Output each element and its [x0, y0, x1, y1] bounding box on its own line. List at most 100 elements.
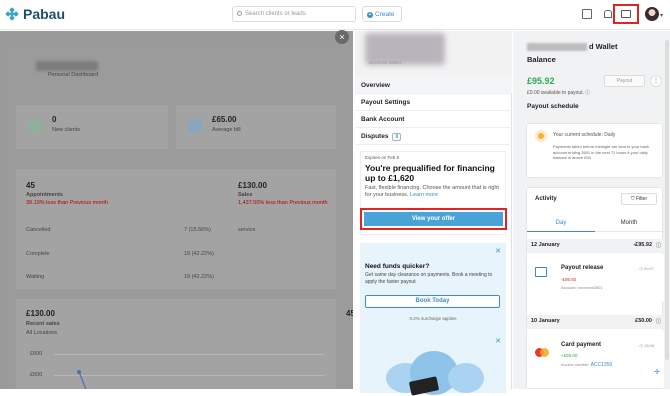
nav-overview[interactable]: Overview [355, 77, 512, 94]
available-text: £0.00 available to payout. [527, 90, 584, 96]
average-bill-label: Average bill [212, 127, 241, 133]
filter-button[interactable]: ⛉ Filter [621, 193, 657, 205]
wallet-title: d Wallet [527, 42, 618, 52]
mastercard-icon [535, 348, 549, 358]
pabau-logo-icon [5, 7, 19, 21]
clock-icon: ◷ [639, 266, 643, 271]
offer-description: Fast, flexible financing. Choose the amo… [365, 185, 505, 199]
new-clients-label: New clients [52, 127, 81, 133]
top-bar: Pabau Search clients or leads + Create ▾ [0, 0, 670, 30]
wallet-icon [621, 10, 631, 18]
transaction-row[interactable]: Payout release -£95.92 Account: xxxxxxxx… [527, 254, 664, 302]
date-group-header: 12 January -£95.92 ⓘ [527, 239, 664, 253]
receipt-icon [188, 119, 202, 133]
blurred-user-name [36, 61, 98, 71]
info-icon: ⓘ [655, 319, 661, 325]
info-icon: ⓘ [585, 90, 591, 96]
appointments-change: 39.19% less than Previous month [26, 200, 108, 206]
tab-day[interactable]: Day [527, 220, 595, 232]
wallet-side-header: Business Wallet [355, 31, 512, 79]
create-label: Create [375, 11, 395, 18]
nav-label: Bank Account [361, 116, 405, 123]
group-date: 10 January [531, 318, 560, 324]
transaction-row[interactable]: Card payment +£50.00 Invoice number: ACC… [527, 330, 664, 388]
row-label: Waiting [26, 274, 45, 280]
bank-card-icon [535, 267, 547, 277]
dashboard-subtitle: Personal Dashboard [48, 72, 99, 78]
sales-change: 1,437.50% less than Previous month [238, 200, 328, 206]
group-total: -£95.92 [633, 242, 652, 248]
sales-value: £130.00 [238, 181, 267, 190]
sales-label: Sales [238, 192, 253, 198]
group-date: 12 January [531, 242, 560, 248]
tx-sub: Account: xxxxxxxx3501 [561, 285, 603, 290]
close-icon[interactable]: × [335, 30, 349, 44]
appointments-value: 45 [26, 181, 35, 190]
close-icon[interactable]: ✕ [495, 247, 501, 255]
appointments-sales-card: 45 Appointments 39.19% less than Previou… [16, 169, 336, 289]
app-logo[interactable]: Pabau [5, 6, 66, 22]
avatar[interactable] [645, 7, 659, 21]
recent-sales-card: £130.00 Recent sales All Locations £600 … [16, 299, 353, 389]
tx-time-value: 15:08 [643, 343, 654, 348]
y-tick-label: £600 [30, 351, 43, 357]
nav-payout-settings[interactable]: Payout Settings [355, 94, 512, 111]
surcharge-note: 0.2% surcharge applies [409, 316, 457, 321]
row-value: 19 (42.22%) [184, 251, 214, 257]
plus-icon: + [367, 12, 373, 18]
appointments-label: Appointments [26, 192, 63, 198]
scrollbar[interactable] [665, 40, 669, 360]
payout-button[interactable]: Payout [604, 75, 645, 87]
recent-sales-value: £130.00 [26, 309, 55, 318]
gridline [54, 354, 324, 355]
disputes-count: 0 [392, 133, 402, 141]
wallet-title-suffix: d Wallet [589, 42, 618, 51]
view-offer-button[interactable]: View your offer [364, 212, 503, 226]
chevron-down-icon[interactable]: ▾ [660, 12, 663, 19]
book-today-button[interactable]: Book Today [365, 295, 500, 308]
close-icon[interactable]: ✕ [495, 337, 501, 345]
row-value: 19 (42.22%) [184, 274, 214, 280]
calendar-icon[interactable] [582, 9, 592, 19]
more-options-icon[interactable]: ⋮ [650, 75, 662, 87]
tx-name: Card payment [561, 342, 602, 348]
tx-sub-label: Invoice number: [561, 362, 590, 367]
row-label: Complete [26, 251, 50, 257]
y-tick-label: £500 [30, 372, 43, 378]
activity-tabs: Day Month [527, 216, 664, 232]
nav-disputes[interactable]: Disputes 0 [355, 128, 512, 145]
average-bill-value: £65.00 [212, 115, 237, 124]
tab-month[interactable]: Month [595, 220, 663, 226]
tx-amount: +£50.00 [561, 353, 578, 358]
offer-expiry: Expires on Feb 8 [365, 155, 400, 160]
create-button[interactable]: + Create [362, 6, 402, 22]
average-bill-card: £65.00 Average bill [176, 105, 336, 149]
wallet-subtitle: Business Wallet [369, 60, 401, 65]
nav-bank-account[interactable]: Bank Account [355, 111, 512, 128]
nav-label: Disputes [361, 133, 389, 140]
new-clients-card: 0 New clients [16, 105, 168, 149]
invoice-link[interactable]: ACC1350 [591, 362, 613, 368]
side-value: 45 [346, 309, 353, 318]
row-value: 7 (15.56%) [184, 227, 211, 233]
wallet-side-panel: Business Wallet Overview Payout Settings… [355, 31, 512, 396]
blurred-business-name [527, 43, 587, 52]
promo-card: ✕ [360, 333, 506, 396]
bell-icon[interactable] [602, 9, 612, 19]
search-input[interactable]: Search clients or leads [232, 6, 356, 22]
tx-time: ◷ 00:07 [639, 266, 654, 271]
filter-icon: ⛉ [630, 196, 635, 202]
user-icon [28, 119, 42, 133]
dashboard: Personal Dashboard 0 New clients £65.00 … [6, 43, 353, 389]
learn-more-link[interactable]: Learn more [410, 192, 438, 198]
nav-label: Overview [361, 82, 390, 89]
payout-schedule-label: Payout schedule [527, 103, 579, 110]
wallet-panel: d Wallet Balance £95.92 £0.00 available … [513, 31, 670, 389]
app-name: Pabau [23, 6, 66, 22]
search-placeholder: Search clients or leads [245, 11, 306, 17]
info-icon: ⓘ [655, 243, 661, 249]
activity-card: Activity ⛉ Filter Day Month 12 January -… [526, 187, 664, 389]
wallet-button[interactable] [613, 4, 639, 24]
crosshair-icon[interactable]: ✛ [654, 368, 660, 376]
sun-icon [535, 130, 547, 142]
